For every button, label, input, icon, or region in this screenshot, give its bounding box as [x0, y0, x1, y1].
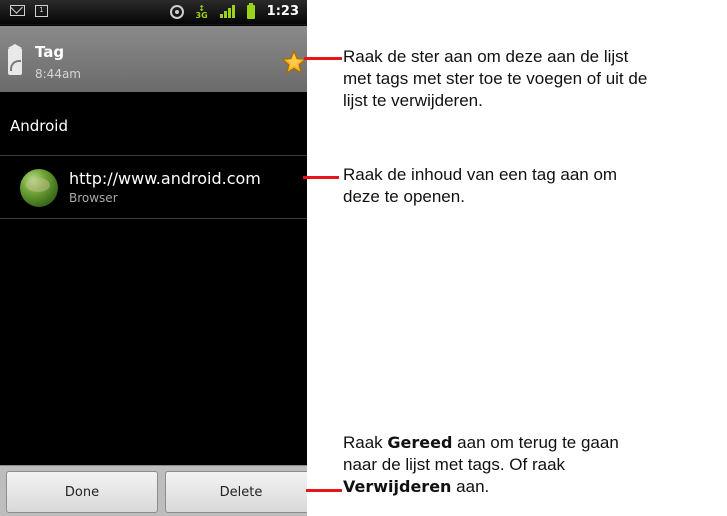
gps-icon: [169, 4, 184, 19]
status-bar: 1 ↕ 3G 1:23: [0, 0, 307, 25]
network-type: 3G: [195, 10, 208, 20]
done-annotation-line2: naar de lijst met tags. Of raak: [343, 455, 566, 474]
tag-app-label: Browser: [69, 191, 118, 205]
star-annotation-line2: met tags met ster toe te voegen of uit d…: [343, 69, 648, 88]
done-annotation-bold-verwijderen: Verwijderen: [343, 477, 452, 496]
done-annotation-prefix: Raak: [343, 433, 388, 452]
battery-icon: [246, 2, 255, 19]
globe-icon: [20, 169, 58, 207]
tag-time: 8:44am: [35, 67, 81, 81]
signal-icon: [219, 5, 235, 18]
content-annotation: Raak de inhoud van een tag aan om deze t…: [343, 164, 617, 208]
calendar-icon: 1: [35, 5, 48, 17]
section-label: Android: [10, 117, 68, 135]
tag-content-item[interactable]: http://www.android.com Browser: [0, 157, 307, 219]
nfc-tag-icon: [8, 44, 22, 75]
buttons-pointer-line: [306, 489, 342, 492]
phone-screen: 1 ↕ 3G 1:23 Tag 8:44am Android http://www…: [0, 0, 307, 516]
tag-title: Tag: [35, 43, 65, 61]
done-annotation-line3: Verwijderen aan.: [343, 476, 619, 498]
star-annotation-line3: lijst te verwijderen.: [343, 91, 483, 110]
done-annotation-bold-gereed: Gereed: [387, 433, 453, 452]
delete-button[interactable]: Delete: [165, 471, 307, 513]
bottom-button-bar: Done Delete: [0, 465, 307, 516]
done-annotation-line1: Raak Gereed aan om terug te gaan: [343, 432, 619, 454]
content-annotation-line1: Raak de inhoud van een tag aan om: [343, 165, 618, 184]
star-icon[interactable]: [281, 49, 307, 75]
content-pointer-line: [303, 176, 339, 179]
section-header: Android: [0, 92, 307, 156]
star-pointer-line: [304, 57, 342, 60]
status-time: 1:23: [266, 4, 299, 19]
done-button[interactable]: Done: [6, 471, 158, 513]
done-annotation: Raak Gereed aan om terug te gaan naar de…: [343, 432, 619, 498]
tag-url: http://www.android.com: [69, 169, 261, 188]
gmail-icon: [10, 5, 25, 16]
tag-title-bar: Tag 8:44am: [0, 26, 307, 92]
network-3g-icon: ↕ 3G: [195, 3, 208, 20]
star-annotation: Raak de ster aan om deze aan de lijst me…: [343, 46, 647, 112]
star-annotation-line1: Raak de ster aan om deze aan de lijst: [343, 47, 629, 66]
content-annotation-line2: deze te openen.: [343, 187, 465, 206]
done-annotation-suffix1: aan om terug te gaan: [452, 433, 619, 452]
done-annotation-suffix2: aan.: [451, 477, 490, 496]
